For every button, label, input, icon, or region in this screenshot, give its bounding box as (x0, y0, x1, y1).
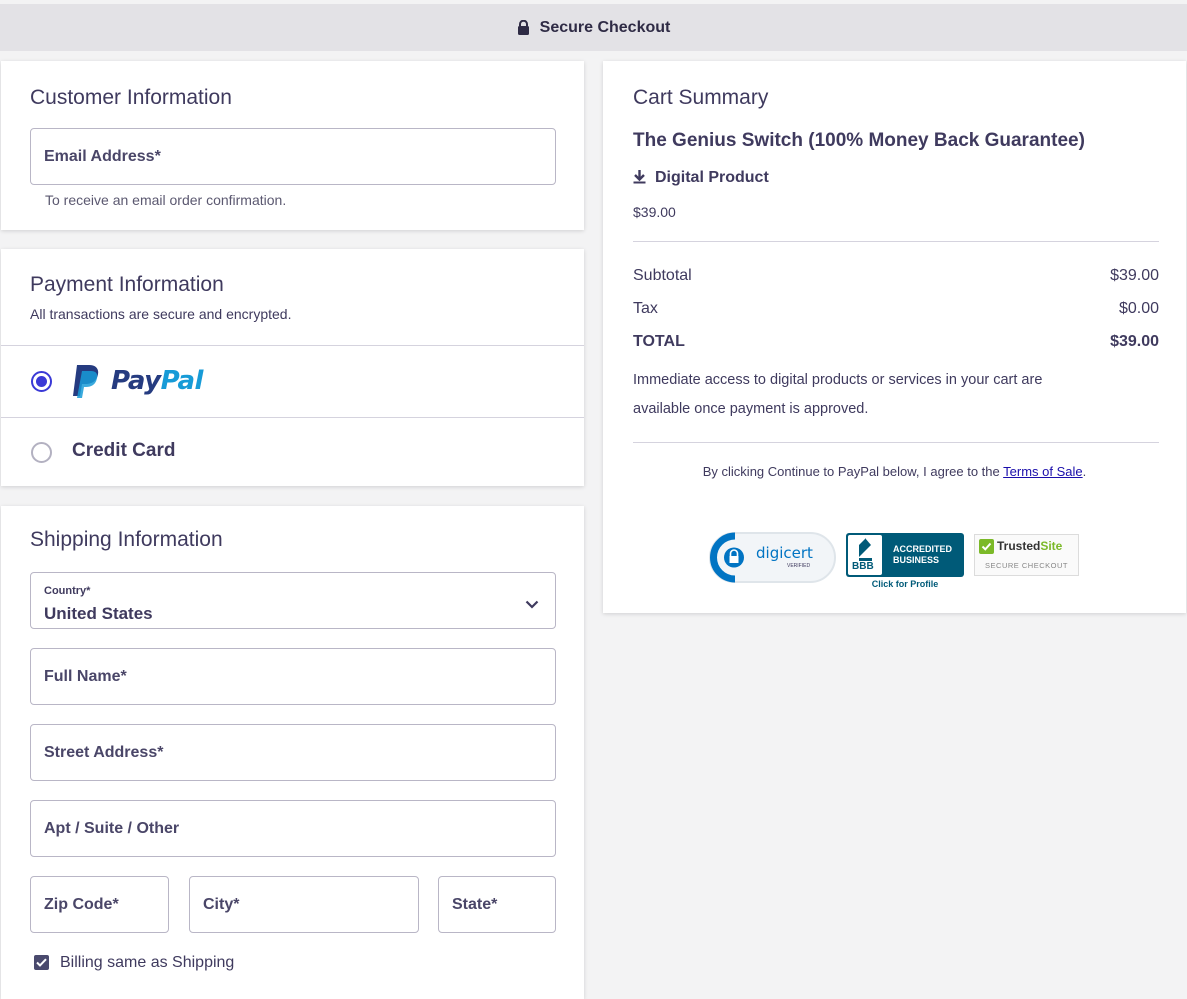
product-type: Digital Product (655, 169, 769, 186)
payment-subtitle: All transactions are secure and encrypte… (30, 306, 292, 322)
tax-label: Tax (633, 300, 658, 317)
payment-information-title: Payment Information (30, 273, 224, 296)
credit-card-option[interactable]: Credit Card (1, 418, 584, 486)
customer-information-title: Customer Information (30, 86, 232, 109)
credit-card-radio[interactable] (31, 442, 52, 463)
state-label: State* (452, 895, 498, 913)
zip-code-field[interactable]: Zip Code* (30, 876, 169, 933)
country-value: United States (44, 604, 153, 623)
bbb-logo-icon: BBB (848, 535, 882, 575)
country-select[interactable]: Country* United States (30, 572, 556, 629)
bbb-click-for-profile: Click for Profile (871, 579, 939, 589)
bbb-badge[interactable]: BBB ACCREDITED BUSINESS Click for Profil… (846, 533, 964, 592)
payment-information-card: Payment Information All transactions are… (1, 249, 584, 486)
city-field[interactable]: City* (189, 876, 419, 933)
trustedsite-check-icon (979, 539, 994, 559)
trustedsite-badge[interactable]: TrustedSite SECURE CHECKOUT (974, 534, 1079, 576)
tax-row: Tax $0.00 (633, 300, 1159, 318)
email-field-label: Email Address* (44, 147, 161, 165)
terms-agreement-end: . (1082, 464, 1087, 479)
product-price: $39.00 (633, 204, 676, 220)
billing-same-label: Billing same as Shipping (60, 954, 235, 971)
total-value: $39.00 (1110, 333, 1159, 350)
cart-divider-bottom (633, 442, 1159, 443)
terms-agreement-text: By clicking Continue to PayPal below, I … (702, 464, 1004, 479)
credit-card-label: Credit Card (72, 440, 176, 461)
cart-divider-top (633, 241, 1159, 242)
full-name-label: Full Name* (44, 667, 127, 685)
paypal-wordmark: PayPal (111, 366, 203, 396)
bbb-mark: BBB (852, 561, 874, 572)
terms-agreement: By clicking Continue to PayPal below, I … (603, 464, 1186, 479)
lock-icon (517, 20, 530, 35)
trustedsite-secure: SECURE CHECKOUT (985, 561, 1068, 570)
paypal-option[interactable]: PayPal (1, 346, 584, 417)
bbb-business: BUSINESS (893, 555, 940, 565)
country-label: Country* (44, 585, 91, 597)
state-field[interactable]: State* (438, 876, 556, 933)
shipping-information-card: Shipping Information Country* United Sta… (1, 506, 584, 999)
paypal-logo-icon (71, 363, 103, 404)
access-note-line2: available once payment is approved. (633, 401, 869, 417)
digicert-badge[interactable]: digicert VERIFIED (709, 532, 836, 583)
bbb-panel: BBB ACCREDITED BUSINESS (846, 533, 964, 577)
cart-summary-title: Cart Summary (633, 86, 769, 109)
shipping-information-title: Shipping Information (30, 528, 223, 551)
access-note-line1: Immediate access to digital products or … (633, 372, 1043, 388)
apt-suite-label: Apt / Suite / Other (44, 819, 180, 837)
total-label: TOTAL (633, 333, 685, 350)
digicert-verified: VERIFIED (787, 563, 811, 569)
street-address-label: Street Address* (44, 743, 164, 761)
chevron-down-icon (525, 596, 539, 614)
download-icon (633, 169, 646, 189)
subtotal-row: Subtotal $39.00 (633, 267, 1159, 285)
secure-checkout-title: Secure Checkout (539, 18, 671, 36)
street-address-field[interactable]: Street Address* (30, 724, 556, 781)
customer-information-card: Customer Information Email Address* To r… (1, 61, 584, 230)
email-field[interactable]: Email Address* (30, 128, 556, 185)
subtotal-value: $39.00 (1110, 267, 1159, 284)
billing-same-checkbox[interactable] (34, 955, 49, 970)
billing-same-checkbox-row[interactable]: Billing same as Shipping (34, 954, 294, 974)
bbb-accredited: ACCREDITED (893, 544, 953, 554)
city-label: City* (203, 895, 240, 913)
check-icon (36, 958, 47, 967)
product-name: The Genius Switch (100% Money Back Guara… (633, 130, 1085, 151)
tax-value: $0.00 (1118, 300, 1159, 317)
paypal-radio[interactable] (31, 371, 52, 392)
zip-code-label: Zip Code* (44, 895, 119, 913)
terms-of-sale-link[interactable]: Terms of Sale (1003, 464, 1082, 479)
cart-summary-card: Cart Summary The Genius Switch (100% Mon… (603, 61, 1186, 613)
email-hint: To receive an email order confirmation. (45, 192, 287, 208)
total-row: TOTAL $39.00 (633, 333, 1159, 351)
trustedsite-name: TrustedSite (997, 539, 1063, 553)
apt-suite-field[interactable]: Apt / Suite / Other (30, 800, 556, 857)
secure-checkout-bar: Secure Checkout (0, 4, 1187, 51)
full-name-field[interactable]: Full Name* (30, 648, 556, 705)
subtotal-label: Subtotal (633, 267, 692, 284)
digicert-label: digicert (756, 544, 813, 562)
